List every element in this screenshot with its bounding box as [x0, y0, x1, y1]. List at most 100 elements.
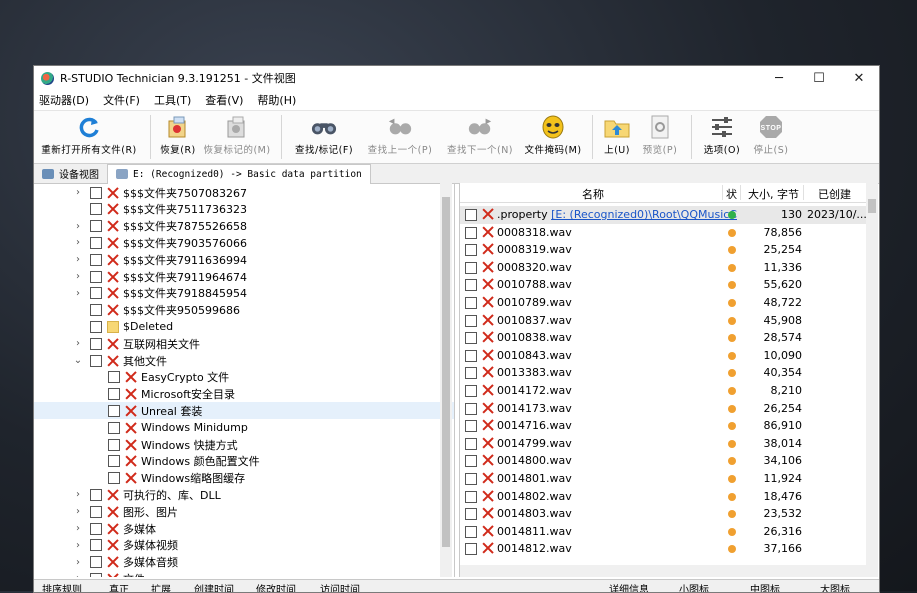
file-row-checkbox[interactable]: [465, 525, 477, 538]
file-row-checkbox[interactable]: [465, 455, 477, 468]
maximize-button[interactable]: ☐: [799, 66, 839, 90]
file-row[interactable]: 0014799.wav 38,014: [460, 435, 866, 453]
column-header-created[interactable]: 已创建: [818, 186, 851, 202]
menu-tools[interactable]: 工具(T): [154, 92, 191, 108]
view-details-button[interactable]: 详细信息: [609, 581, 649, 592]
file-row[interactable]: 0008318.wav 78,856: [460, 224, 866, 242]
file-list-hscrollbar[interactable]: [460, 565, 866, 577]
file-row-checkbox[interactable]: [465, 385, 477, 397]
file-row[interactable]: 0014716.wav 86,910: [460, 417, 866, 435]
tree-item[interactable]: › $$$文件夹7903576066: [34, 234, 454, 251]
file-row[interactable]: 0008319.wav 25,254: [460, 241, 866, 259]
tree-item-checkbox[interactable]: [90, 320, 102, 333]
file-row[interactable]: 0014800.wav 34,106: [460, 452, 866, 470]
expand-toggle-icon[interactable]: ›: [72, 338, 84, 349]
tree-item[interactable]: $$$文件夹7511736323: [34, 201, 454, 218]
tree-item-checkbox[interactable]: [90, 236, 102, 249]
file-row-checkbox[interactable]: [465, 367, 477, 380]
tree-item-checkbox[interactable]: [90, 304, 102, 317]
tree-item[interactable]: › 可执行的、库、DLL: [34, 486, 454, 503]
tree-item[interactable]: › $$$文件夹7507083267: [34, 184, 454, 201]
file-row[interactable]: 0014811.wav 26,316: [460, 523, 866, 541]
view-small-icons-button[interactable]: 小图标: [679, 581, 709, 592]
expand-toggle-icon[interactable]: ⌄: [72, 355, 84, 366]
file-row-checkbox[interactable]: [465, 437, 477, 450]
tree-item[interactable]: › $$$文件夹7911636994: [34, 251, 454, 268]
tree-item[interactable]: › 多媒体音频: [34, 554, 454, 571]
tree-item-checkbox[interactable]: [108, 371, 120, 384]
tree-item[interactable]: › 互联网相关文件: [34, 335, 454, 352]
tree-item-checkbox[interactable]: [90, 186, 102, 199]
view-large-icons-button[interactable]: 大图标: [820, 581, 850, 592]
expand-toggle-icon[interactable]: ›: [72, 221, 84, 232]
stop-button[interactable]: STOP 停止(S): [746, 111, 796, 156]
tree-item-checkbox[interactable]: [90, 505, 102, 518]
tree-item-checkbox[interactable]: [90, 270, 102, 283]
tree-item[interactable]: Unreal 套装: [34, 402, 454, 420]
minimize-button[interactable]: ─: [759, 66, 799, 90]
sort-modified-button[interactable]: 修改时间: [256, 581, 296, 592]
file-row[interactable]: 0008320.wav 11,336: [460, 259, 866, 277]
file-path-link[interactable]: [E: (Recognized0)\Root\QQMusicC: [551, 208, 737, 221]
file-row[interactable]: .property [E: (Recognized0)\Root\QQMusic…: [460, 206, 867, 224]
tree-item-checkbox[interactable]: [90, 287, 102, 300]
tab-partition[interactable]: E: (Recognized0) -> Basic data partition: [107, 163, 371, 184]
tree-item[interactable]: › $$$文件夹7918845954: [34, 285, 454, 302]
expand-toggle-icon[interactable]: ›: [72, 288, 84, 299]
file-row[interactable]: 0010838.wav 28,574: [460, 329, 866, 347]
file-row[interactable]: 0013383.wav 40,354: [460, 364, 866, 382]
tree-item-checkbox[interactable]: [108, 455, 120, 468]
file-row[interactable]: 0010837.wav 45,908: [460, 312, 866, 330]
expand-toggle-icon[interactable]: ›: [72, 540, 84, 551]
view-medium-icons-button[interactable]: 中图标: [750, 581, 780, 592]
expand-toggle-icon[interactable]: ›: [72, 271, 84, 282]
tree-item[interactable]: Windows Minidump: [34, 419, 454, 436]
expand-toggle-icon[interactable]: ›: [72, 187, 84, 198]
up-button[interactable]: 上(U): [599, 111, 635, 156]
column-header-size[interactable]: 大小, 字节: [748, 186, 799, 202]
file-row[interactable]: 0010843.wav 10,090: [460, 347, 866, 365]
file-row-checkbox[interactable]: [465, 402, 477, 415]
file-row[interactable]: 0010789.wav 48,722: [460, 294, 866, 312]
file-row-checkbox[interactable]: [465, 297, 477, 309]
tree-item[interactable]: › $$$文件夹7911964674: [34, 268, 454, 285]
file-list-scroll-thumb[interactable]: [868, 199, 876, 213]
file-list-scrollbar[interactable]: [866, 183, 878, 577]
tree-item[interactable]: › 多媒体: [34, 520, 454, 537]
tree-item[interactable]: Windows缩略图缓存: [34, 470, 454, 487]
tree-item[interactable]: › 图形、图片: [34, 503, 454, 520]
file-row-checkbox[interactable]: [465, 473, 477, 485]
tab-device-view[interactable]: 设备视图: [34, 164, 107, 183]
tree-item[interactable]: Windows 颜色配置文件: [34, 453, 454, 470]
tree-item[interactable]: $Deleted: [34, 318, 454, 335]
file-row-checkbox[interactable]: [465, 543, 477, 556]
menu-file[interactable]: 文件(F): [103, 92, 140, 108]
tree-item-checkbox[interactable]: [108, 404, 120, 417]
tree-item-checkbox[interactable]: [90, 253, 102, 266]
tree-item[interactable]: › $$$文件夹7875526658: [34, 218, 454, 235]
expand-toggle-icon[interactable]: ›: [72, 237, 84, 248]
file-row-checkbox[interactable]: [465, 314, 477, 327]
tree-item-checkbox[interactable]: [90, 556, 102, 569]
sort-extension-button[interactable]: 扩展: [151, 581, 171, 592]
close-button[interactable]: ✕: [839, 66, 879, 90]
expand-toggle-icon[interactable]: ›: [72, 557, 84, 568]
file-row-checkbox[interactable]: [465, 226, 477, 239]
file-row[interactable]: 0014172.wav 8,210: [460, 382, 866, 400]
file-row[interactable]: 0014801.wav 11,924: [460, 470, 866, 488]
expand-toggle-icon[interactable]: ›: [72, 506, 84, 517]
preview-button[interactable]: 预览(P): [635, 111, 685, 156]
tree-item-checkbox[interactable]: [90, 488, 102, 501]
tree-item-checkbox[interactable]: [108, 421, 120, 434]
find-previous-button[interactable]: 查找上一个(P): [360, 111, 440, 156]
file-mask-button[interactable]: 文件掩码(M): [520, 111, 586, 156]
options-button[interactable]: 选项(O): [698, 111, 746, 156]
tree-item-checkbox[interactable]: [90, 572, 102, 577]
recover-marked-button[interactable]: 恢复标记的(M): [199, 111, 275, 156]
file-row-checkbox[interactable]: [465, 279, 477, 292]
tree-item[interactable]: Microsoft安全目录: [34, 386, 454, 403]
file-row-checkbox[interactable]: [465, 261, 477, 274]
tree-item[interactable]: ⌄ 其他文件: [34, 352, 454, 369]
menu-drive[interactable]: 驱动器(D): [39, 92, 89, 108]
file-row-checkbox[interactable]: [465, 490, 477, 503]
